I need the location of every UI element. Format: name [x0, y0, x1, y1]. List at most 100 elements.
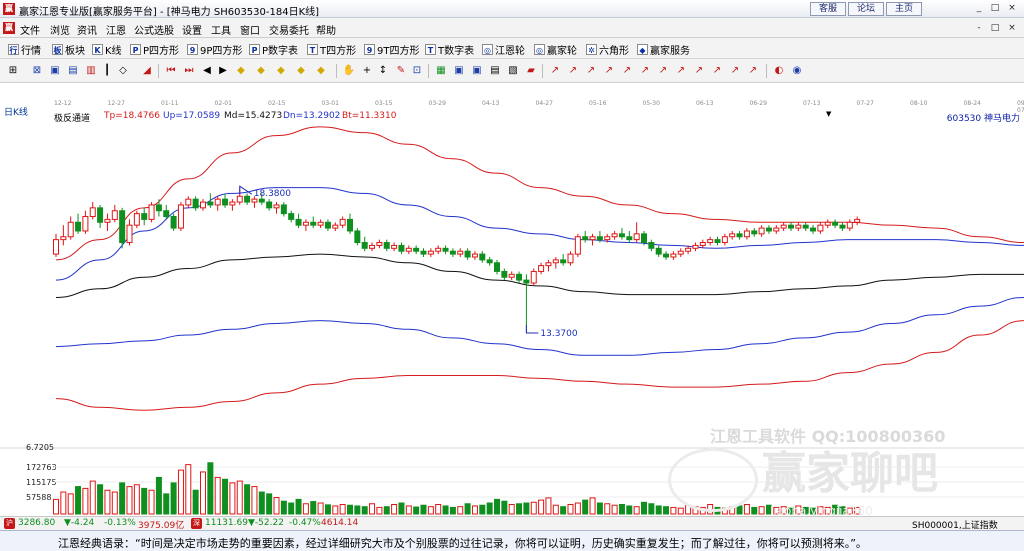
- info-tool-icon[interactable]: ⊡: [410, 64, 424, 78]
- channel-icon[interactable]: ↗: [746, 64, 760, 78]
- gann-box-icon[interactable]: ↗: [602, 64, 616, 78]
- toolbar-t-square-button[interactable]: T T四方形: [307, 42, 356, 57]
- minimize-button[interactable]: _: [972, 2, 986, 15]
- toolbar-p-square-button[interactable]: P P四方形: [130, 42, 180, 57]
- indicator-icon[interactable]: ▣: [48, 64, 62, 78]
- hand-icon[interactable]: ✋: [342, 64, 356, 78]
- date-tick: 03-29: [428, 100, 446, 107]
- gann-fan-icon[interactable]: ↗: [566, 64, 580, 78]
- move-up-icon[interactable]: ◆: [274, 64, 288, 78]
- candle-body: [574, 236, 581, 255]
- candle-body: [258, 198, 265, 203]
- child-close-button[interactable]: ×: [1005, 22, 1019, 35]
- date-tick: 07-27: [856, 100, 874, 107]
- volume-bar: [457, 506, 464, 515]
- date-tick: 02-01: [214, 100, 232, 107]
- gann-angle-icon[interactable]: ↗: [548, 64, 562, 78]
- candle-body: [707, 239, 714, 244]
- menu-browse[interactable]: 浏览: [50, 22, 70, 37]
- maximize-button[interactable]: □: [988, 2, 1002, 15]
- quote-bar: 江恩经典语录：“时间是决定市场走势的重要因素，经过详细研究大市及个别股票的过往记…: [0, 530, 1024, 551]
- close-button[interactable]: ×: [1005, 2, 1019, 15]
- chart-header: 12-12 12-27 01-11 02-01 02-15 03-01 03-15 03-29…: [0, 83, 1024, 118]
- menu-news[interactable]: 资讯: [77, 22, 97, 37]
- toolbar-label: P四方形: [143, 45, 180, 57]
- volume-bar: [53, 498, 59, 515]
- candle-body: [692, 244, 699, 249]
- ray-icon[interactable]: ↗: [656, 64, 670, 78]
- bar-chart-icon[interactable]: ▥: [84, 64, 98, 78]
- cycle-line-icon[interactable]: ↗: [728, 64, 742, 78]
- menu-settings[interactable]: 设置: [182, 22, 202, 37]
- settings-icon[interactable]: ◉: [790, 64, 804, 78]
- text-tool-icon[interactable]: ✎: [394, 64, 408, 78]
- toolbar-hexagon-button[interactable]: ✲ 六角形: [586, 42, 629, 57]
- speed-line-icon[interactable]: ↗: [674, 64, 688, 78]
- toolbar-quotes-button[interactable]: 行行情: [8, 42, 41, 57]
- refresh-icon[interactable]: ▧: [506, 64, 520, 78]
- copy-icon[interactable]: ▤: [488, 64, 502, 78]
- customer-service-link[interactable]: 客服: [810, 2, 846, 16]
- toolbar-winner-service-button[interactable]: ◆ 赢家服务: [637, 42, 690, 57]
- t-square-icon: T: [307, 43, 318, 55]
- volume-bar: [633, 506, 640, 515]
- menu-file[interactable]: 文件: [20, 22, 40, 37]
- shanghai-badge[interactable]: 沪: [4, 518, 15, 529]
- menu-tools[interactable]: 工具: [211, 22, 231, 37]
- child-restore-button[interactable]: □: [988, 22, 1002, 35]
- scroll-left-icon[interactable]: ◀: [200, 64, 214, 78]
- low-mark-pointer: [525, 325, 539, 334]
- candle-body: [391, 244, 398, 249]
- save-icon[interactable]: ▣: [452, 64, 466, 78]
- menu-help[interactable]: 帮助: [316, 22, 336, 37]
- toolbar-gann-wheel-button[interactable]: ◎ 江恩轮: [482, 42, 525, 57]
- scroll-right-icon[interactable]: ▶: [216, 64, 230, 78]
- toolbar-p-number-table-button[interactable]: P P数字表: [249, 42, 298, 57]
- volume-bar: [214, 476, 221, 515]
- candle-body: [663, 253, 670, 258]
- screen-icon[interactable]: ▦: [434, 64, 448, 78]
- draw-line-icon[interactable]: ◢: [140, 64, 154, 78]
- print-icon[interactable]: ▣: [470, 64, 484, 78]
- dropdown-caret-icon[interactable]: ▼: [826, 110, 831, 118]
- toolbar-9t-square-button[interactable]: 9 9T四方形: [364, 42, 419, 57]
- fibonacci-icon[interactable]: ↗: [692, 64, 706, 78]
- menu-window[interactable]: 窗口: [240, 22, 260, 37]
- menu-formula-stock-pick[interactable]: 公式选股: [134, 22, 174, 37]
- trend-line-icon[interactable]: ↗: [620, 64, 634, 78]
- child-minimize-button[interactable]: -: [972, 22, 986, 35]
- candle-body: [714, 239, 721, 244]
- menu-trade-order[interactable]: 交易委托: [269, 22, 309, 37]
- toolbar-9p-square-button[interactable]: 9 9P四方形: [187, 42, 242, 57]
- gann-grid-icon[interactable]: ↗: [584, 64, 598, 78]
- period-icon[interactable]: ▤: [66, 64, 80, 78]
- line-tool-icon[interactable]: ↕: [376, 64, 390, 78]
- last-bar-icon[interactable]: ⏭: [182, 64, 196, 78]
- indicator-name[interactable]: 极反通道: [54, 111, 90, 124]
- truck-icon[interactable]: ▰: [524, 64, 538, 78]
- candle-body: [567, 253, 574, 264]
- zoom-out-icon[interactable]: ◆: [254, 64, 268, 78]
- line-type-dropdown-icon[interactable]: ◇: [116, 64, 130, 78]
- arc-icon[interactable]: ↗: [710, 64, 724, 78]
- parallel-line-icon[interactable]: ↗: [638, 64, 652, 78]
- color-wheel-icon[interactable]: ◐: [772, 64, 786, 78]
- homepage-link[interactable]: 主页: [886, 2, 922, 16]
- candle-icon[interactable]: ┃: [100, 64, 114, 78]
- menu-gann[interactable]: 江恩: [106, 22, 126, 37]
- volume-bar: [442, 505, 449, 515]
- crosshair-icon[interactable]: +: [360, 64, 374, 78]
- toolbar-sector-button[interactable]: 板板块: [52, 42, 85, 57]
- toolbar-winner-wheel-button[interactable]: ◎ 赢家轮: [534, 42, 577, 57]
- candle-body: [398, 244, 405, 252]
- shenzhen-badge[interactable]: 深: [191, 518, 202, 529]
- reset-view-icon[interactable]: ◆: [314, 64, 328, 78]
- forum-link[interactable]: 论坛: [848, 2, 884, 16]
- move-down-icon[interactable]: ◆: [294, 64, 308, 78]
- layout-dropdown-icon[interactable]: ⊞: [6, 64, 20, 78]
- pointer-icon[interactable]: ⊠: [30, 64, 44, 78]
- toolbar-t-number-table-button[interactable]: T T数字表: [425, 42, 474, 57]
- toolbar-kline-button[interactable]: K K线: [92, 42, 122, 57]
- first-bar-icon[interactable]: ⏮: [164, 64, 178, 78]
- zoom-in-icon[interactable]: ◆: [234, 64, 248, 78]
